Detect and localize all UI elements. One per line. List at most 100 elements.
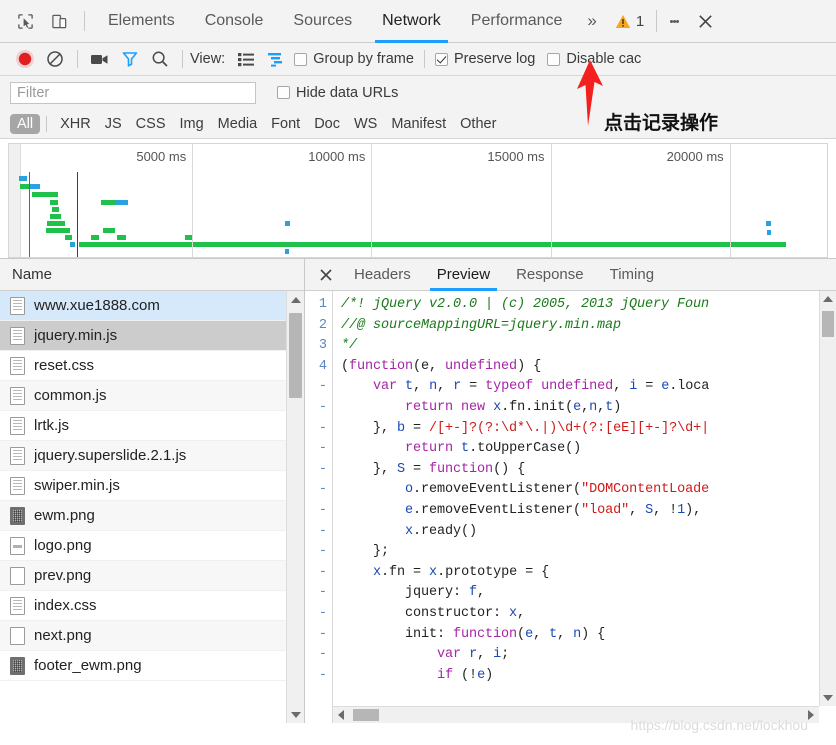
request-name: footer_ewm.png [34, 657, 142, 674]
type-filter-xhr[interactable]: XHR [53, 114, 98, 134]
image-icon [10, 656, 25, 675]
request-name: jquery.superslide.2.1.js [34, 447, 187, 464]
table-row[interactable]: jquery.min.js [0, 321, 304, 351]
code-scroll-up-arrow-icon[interactable] [820, 291, 836, 307]
record-button-icon[interactable] [10, 46, 40, 72]
line-number: - [318, 564, 327, 580]
device-toolbar-icon[interactable] [42, 5, 76, 37]
toolbar-divider [77, 50, 78, 68]
clear-icon[interactable] [40, 46, 70, 72]
warning-indicator[interactable]: 1 [607, 13, 652, 30]
overview-request-bar [79, 242, 787, 247]
camera-icon[interactable] [85, 46, 115, 72]
search-icon[interactable] [145, 46, 175, 72]
type-filter-manifest[interactable]: Manifest [384, 114, 453, 134]
preview-code-viewer[interactable]: 1 2 3 4 - - - - - - - - - - - - - - - /*! jQuery v2.0.0 | … [305, 291, 836, 723]
type-filter-row: All XHR JS CSS Img Media Font Doc WS Man… [0, 109, 836, 139]
table-row[interactable]: www.xue1888.com [0, 291, 304, 321]
disable-cache-label: Disable cac [566, 51, 642, 67]
code-hscrollbar-thumb[interactable] [353, 709, 379, 721]
code-scroll-left-arrow-icon[interactable] [333, 707, 349, 723]
table-row[interactable]: prev.png [0, 561, 304, 591]
request-list-scrollbar[interactable] [286, 291, 304, 723]
code-scroll-right-arrow-icon[interactable] [803, 707, 819, 723]
type-filter-label: XHR [60, 115, 91, 132]
hide-data-urls-checkbox[interactable]: Hide data URLs [274, 85, 401, 101]
detail-tab-preview[interactable]: Preview [424, 259, 503, 291]
table-row[interactable]: logo.png [0, 531, 304, 561]
type-filter-css[interactable]: CSS [129, 114, 173, 134]
tab-performance[interactable]: Performance [456, 0, 578, 43]
funnel-filter-icon[interactable] [115, 46, 145, 72]
tab-elements[interactable]: Elements [93, 0, 190, 43]
table-row[interactable]: lrtk.js [0, 411, 304, 441]
request-name: reset.css [34, 357, 95, 374]
waterfall-view-icon[interactable] [261, 46, 291, 72]
type-filter-other[interactable]: Other [453, 114, 503, 134]
detail-tab-headers[interactable]: Headers [341, 259, 424, 291]
scrollbar-thumb[interactable] [289, 313, 302, 398]
code-horizontal-scrollbar[interactable] [333, 706, 819, 723]
scroll-up-arrow-icon[interactable] [287, 291, 304, 308]
table-row[interactable]: footer_ewm.png [0, 651, 304, 681]
line-number: 2 [318, 317, 327, 333]
tab-sources[interactable]: Sources [278, 0, 367, 43]
close-detail-icon[interactable] [311, 259, 341, 291]
type-filter-doc[interactable]: Doc [307, 114, 347, 134]
line-number: - [318, 441, 327, 457]
group-by-frame-checkbox[interactable]: Group by frame [291, 51, 417, 67]
detail-tab-timing[interactable]: Timing [597, 259, 667, 291]
type-filter-js[interactable]: JS [98, 114, 129, 134]
load-event-line [76, 172, 79, 257]
detail-tabbar: Headers Preview Response Timing [305, 259, 836, 291]
line-number: 1 [318, 297, 327, 312]
code-vertical-scrollbar[interactable] [819, 291, 836, 706]
code-line: return new x.fn.init(e,n,t) [405, 399, 622, 415]
type-filter-media[interactable]: Media [211, 114, 265, 134]
toolbar-divider-2 [182, 50, 183, 68]
tab-network[interactable]: Network [367, 0, 456, 43]
table-row[interactable]: ewm.png [0, 501, 304, 531]
type-filter-font[interactable]: Font [264, 114, 307, 134]
tab-label: Sources [293, 12, 353, 29]
table-row[interactable]: common.js [0, 381, 304, 411]
overview-tick-line [371, 144, 373, 257]
request-name: next.png [34, 627, 92, 644]
close-icon[interactable] [687, 13, 723, 30]
type-filter-label: Img [179, 115, 204, 132]
code-scroll-down-arrow-icon[interactable] [820, 690, 836, 706]
code-line: (function(e, undefined) { [341, 358, 542, 374]
network-overview-timeline[interactable]: 5000 ms 10000 ms 15000 ms 20000 ms [8, 143, 828, 258]
type-filter-img[interactable]: Img [173, 114, 211, 134]
type-filter-ws[interactable]: WS [347, 114, 384, 134]
preserve-log-checkbox[interactable]: Preserve log [432, 51, 538, 67]
code-content[interactable]: /*! jQuery v2.0.0 | (c) 2005, 2013 jQuer… [333, 291, 836, 723]
tab-console[interactable]: Console [190, 0, 279, 43]
detail-tab-response[interactable]: Response [503, 259, 597, 291]
table-row[interactable]: jquery.superslide.2.1.js [0, 441, 304, 471]
table-row[interactable]: next.png [0, 621, 304, 651]
scroll-down-arrow-icon[interactable] [287, 706, 304, 723]
type-filter-all[interactable]: All [10, 113, 41, 134]
table-row[interactable]: reset.css [0, 351, 304, 381]
request-name: swiper.min.js [34, 477, 120, 494]
inspect-element-icon[interactable] [8, 5, 42, 37]
code-scrollbar-thumb[interactable] [822, 311, 834, 337]
line-number: - [318, 420, 327, 436]
overview-request-bar [64, 235, 72, 240]
kebab-menu-icon[interactable] [661, 18, 687, 24]
table-row[interactable]: index.css [0, 591, 304, 621]
group-by-frame-label: Group by frame [313, 51, 414, 67]
request-name: ewm.png [34, 507, 95, 524]
request-list-header[interactable]: Name [0, 259, 304, 291]
type-filter-label: Manifest [391, 115, 447, 132]
list-view-icon[interactable] [231, 46, 261, 72]
table-row[interactable]: swiper.min.js [0, 471, 304, 501]
devtools-window: Elements Console Sources Network Perform… [0, 0, 836, 745]
filter-input[interactable] [10, 81, 256, 104]
disable-cache-checkbox[interactable]: Disable cac [544, 51, 644, 67]
more-tabs-chevron-icon[interactable]: » [577, 0, 606, 43]
code-line: */ [341, 338, 358, 354]
overview-request-bar [90, 235, 99, 240]
overview-tick-line [729, 144, 731, 257]
